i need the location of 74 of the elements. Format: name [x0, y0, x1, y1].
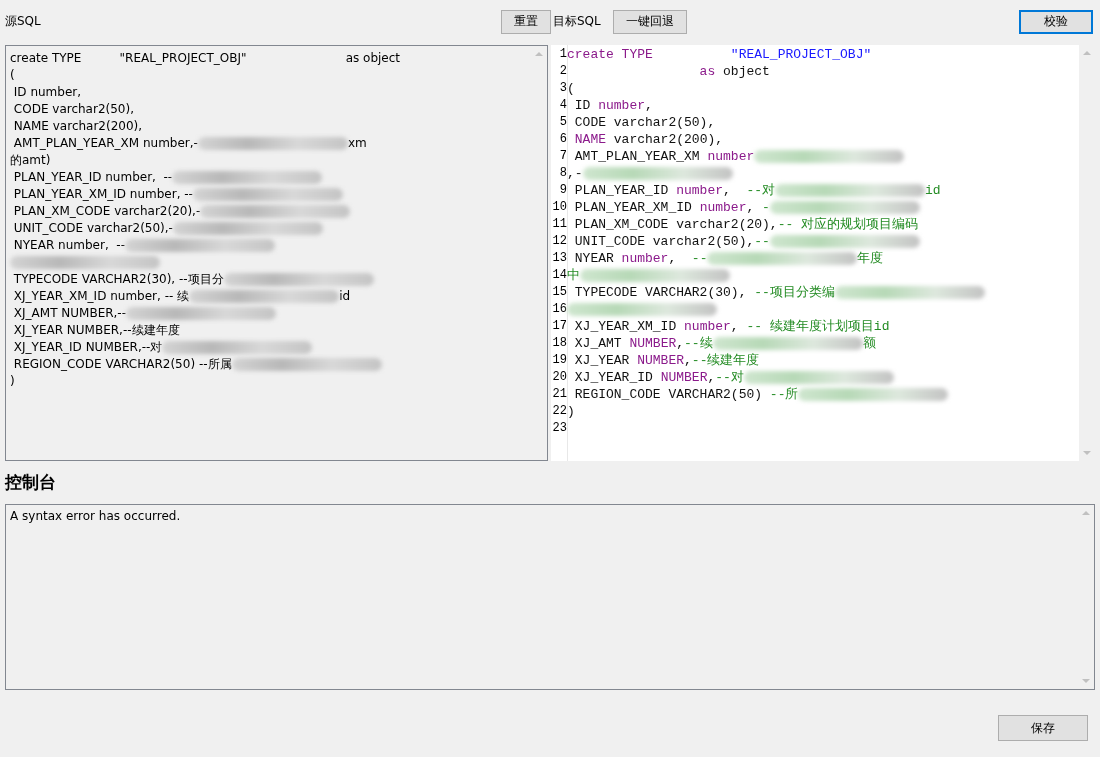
save-button[interactable]: 保存 — [998, 715, 1088, 741]
rollback-button[interactable]: 一键回退 — [612, 9, 687, 34]
line-number: 16 — [551, 301, 567, 318]
code-line: PLAN_YEAR_XM_ID number, - — [567, 199, 920, 216]
code-line: ,- — [567, 165, 733, 182]
code-line: CODE varchar2(50), — [12, 101, 134, 118]
code-line: UNIT_CODE varchar2(50),- — [10, 220, 323, 237]
line-number: 15 — [551, 284, 567, 301]
validate-button[interactable]: 校验 — [1019, 9, 1093, 34]
code-line: PLAN_YEAR_ID number, --对 id — [573, 182, 941, 199]
line-number: 22 — [551, 403, 567, 420]
line-number: 2 — [558, 63, 567, 80]
code-line: NAME varchar2(200), — [12, 118, 143, 135]
code-line: ( — [567, 80, 575, 97]
code-line: UNIT_CODE varchar2(50),-- — [567, 233, 920, 250]
code-line: ID number, — [12, 84, 82, 101]
code-line: REGION_CODE VARCHAR2(50) --所 — [567, 386, 949, 403]
target-sql-editor[interactable] — [551, 45, 1095, 461]
code-line: PLAN_XM_CODE varchar2(20),-- 对应的规划项目编码 — [573, 216, 919, 233]
code-line: PLAN_XM_CODE varchar2(20),- — [10, 203, 351, 220]
code-line: ) — [567, 403, 575, 420]
code-line: XJ_AMT NUMBER,-- — [10, 305, 277, 322]
code-line: create TYPE "REAL_PROJECT_OBJ" as object — [10, 50, 401, 67]
code-line: ID number, — [573, 97, 653, 114]
line-number: 14 — [551, 267, 567, 284]
line-number: 13 — [551, 250, 567, 267]
line-number: 23 — [551, 420, 567, 437]
line-number: 11 — [551, 216, 567, 233]
code-line: 中 — [567, 267, 730, 284]
code-line: ) — [10, 373, 15, 390]
code-line: XJ_YEAR_XM_ID number, -- 续 id — [12, 288, 351, 305]
code-line: create TYPE "REAL_PROJECT_OBJ" — [567, 46, 872, 63]
code-line: TYPECODE VARCHAR2(30), --项目分 — [10, 271, 374, 288]
source-sql-label: 源SQL — [5, 13, 42, 30]
code-line: as object — [698, 63, 770, 80]
code-line: TYPECODE VARCHAR2(30), --项目分类编 — [567, 284, 985, 301]
code-line: PLAN_YEAR_XM_ID number, -- — [10, 186, 343, 203]
code-line: XJ_YEAR_XM_ID number, -- 续建年度计划项目id — [573, 318, 890, 335]
line-number: 17 — [551, 318, 567, 335]
code-line: AMT_PLAN_YEAR_XM number,- xm — [12, 135, 367, 152]
code-line: ( — [10, 67, 15, 84]
target-sql-label: 目标SQL — [553, 13, 601, 30]
code-line: REGION_CODE VARCHAR2(50) --所属 — [10, 356, 382, 373]
code-line: PLAN_YEAR_ID number, -- — [10, 169, 323, 186]
code-line: XJ_YEAR NUMBER,--续建年度 — [12, 322, 180, 339]
line-number: 3 — [558, 80, 567, 97]
line-number: 20 — [551, 369, 567, 386]
line-number: 8 — [558, 165, 567, 182]
line-number: 12 — [551, 233, 567, 250]
code-line: AMT_PLAN_YEAR_XM number — [567, 148, 905, 165]
console-title: 控制台 — [5, 471, 56, 494]
line-number: 21 — [551, 386, 567, 403]
code-line: NAME varchar2(200), — [573, 131, 724, 148]
line-number: 1 — [558, 46, 567, 63]
code-line: NYEAR number, -- — [10, 237, 275, 254]
source-sql-editor[interactable] — [5, 45, 548, 461]
line-number: 6 — [558, 131, 567, 148]
code-line: 的amt) — [10, 152, 51, 169]
line-number: 18 — [551, 335, 567, 352]
line-number: 7 — [558, 148, 567, 165]
console-message: A syntax error has occurred. — [9, 508, 182, 525]
code-line: XJ_YEAR NUMBER,--续建年度 — [573, 352, 760, 369]
code-line: XJ_YEAR_ID NUMBER,--对 — [10, 339, 313, 356]
code-line: NYEAR number, -- 年度 — [573, 250, 884, 267]
line-number: 4 — [558, 97, 567, 114]
line-number: 10 — [551, 199, 567, 216]
reset-button[interactable]: 重置 — [501, 9, 551, 34]
code-line: XJ_AMT NUMBER,--续 额 — [573, 335, 876, 352]
code-line: CODE varchar2(50), — [573, 114, 716, 131]
line-number: 5 — [558, 114, 567, 131]
line-number: 9 — [558, 182, 567, 199]
console-output-area[interactable]: A syntax error has occurred. — [5, 504, 1095, 690]
line-number: 19 — [551, 352, 567, 369]
code-line: XJ_YEAR_ID NUMBER,--对 — [567, 369, 894, 386]
